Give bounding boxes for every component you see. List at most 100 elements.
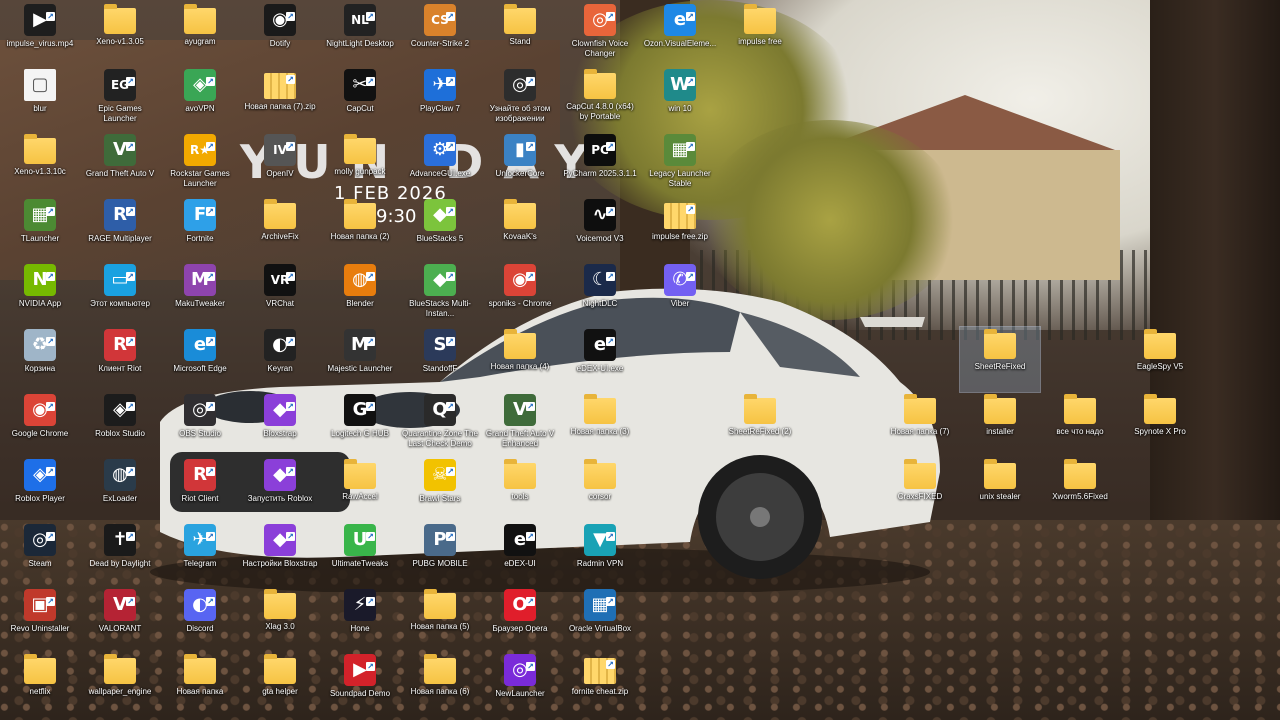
desktop-icon-grand-theft-auto-v[interactable]: V ↗ Grand Theft Auto V <box>80 132 160 197</box>
desktop[interactable]: YUN DAY 1 FEB 2026 9:30 ▶↗impulse_virus.… <box>0 0 1280 720</box>
desktop-icon-fortnite[interactable]: F ↗ Fortnite <box>160 197 240 262</box>
desktop-icon-microsoft-edge[interactable]: e ↗ Microsoft Edge <box>160 327 240 392</box>
desktop-icon-tlauncher[interactable]: ▦ ↗ TLauncher <box>0 197 80 262</box>
desktop-icon-xeno-v1-3-10c[interactable]: Xeno-v1.3.10c <box>0 132 80 197</box>
desktop-icon-keyran[interactable]: ◐ ↗ Keyran <box>240 327 320 392</box>
desktop-icon-новая-папка-5[interactable]: Новая папка (5) <box>400 587 480 652</box>
desktop-icon-standofff[interactable]: S ↗ StandoffF <box>400 327 480 392</box>
desktop-icon-openiv[interactable]: IV ↗ OpenIV <box>240 132 320 197</box>
desktop-icon-brawl-stars[interactable]: ☠ ↗ Brawl Stars <box>400 457 480 522</box>
desktop-icon-exloader[interactable]: ◍ ↗ ExLoader <box>80 457 160 522</box>
desktop-icon-gta-helper[interactable]: gta helper <box>240 652 320 717</box>
desktop-icon-quarantine-zone-the-last-check-demo[interactable]: Q ↗ Quarantine Zone The Last Check Demo <box>400 392 480 457</box>
desktop-icon-все-что-надо[interactable]: все что надо <box>1040 392 1120 457</box>
desktop-icon-этот-компьютер[interactable]: ▭ ↗ Этот компьютер <box>80 262 160 327</box>
desktop-icon-google-chrome[interactable]: ◉ ↗ Google Chrome <box>0 392 80 457</box>
desktop-icon-clownfish-voice-changer[interactable]: ◎ ↗ Clownfish Voice Changer <box>560 2 640 67</box>
desktop-icon-sponiks-chrome[interactable]: ◉ ↗ sponiks - Chrome <box>480 262 560 327</box>
desktop-icon-браузер-opera[interactable]: O ↗ Браузер Opera <box>480 587 560 652</box>
desktop-icon-spynote-x-pro[interactable]: Spynote X Pro <box>1120 392 1200 457</box>
desktop-icon-клиент-riot[interactable]: R ↗ Клиент Riot <box>80 327 160 392</box>
desktop-icon-voicemod-v3[interactable]: ∿ ↗ Voicemod V3 <box>560 197 640 262</box>
desktop-icon-avovpn[interactable]: ◈ ↗ avoVPN <box>160 67 240 132</box>
desktop-icon-obs-studio[interactable]: ◎ ↗ OBS Studio <box>160 392 240 457</box>
desktop-icon-soundpad-demo[interactable]: ▶ ↗ Soundpad Demo <box>320 652 400 717</box>
desktop-icon-eaglespy-v5[interactable]: EagleSpy V5 <box>1120 327 1200 392</box>
desktop-icon-makutweaker[interactable]: M ↗ MakuTweaker <box>160 262 240 327</box>
desktop-icon-ayugram[interactable]: ayugram <box>160 2 240 67</box>
desktop-icon-запустить-roblox[interactable]: ◆ ↗ Запустить Roblox <box>240 457 320 522</box>
desktop-icon-xworm5-6fixed[interactable]: Xworm5.6Fixed <box>1040 457 1120 522</box>
desktop-icon-xlag-3-0[interactable]: Xlag 3.0 <box>240 587 320 652</box>
desktop-icon-pubg-mobile[interactable]: P ↗ PUBG MOBILE <box>400 522 480 587</box>
desktop-icon-blender[interactable]: ◍ ↗ Blender <box>320 262 400 327</box>
desktop-icon-archivefix[interactable]: ArchiveFix <box>240 197 320 262</box>
desktop-icon-legacy-launcher-stable[interactable]: ▦ ↗ Legacy Launcher Stable <box>640 132 720 197</box>
desktop-icon-rage-multiplayer[interactable]: R ↗ RAGE Multiplayer <box>80 197 160 262</box>
desktop-icon-новая-папка[interactable]: Новая папка <box>160 652 240 717</box>
desktop-icon-ultimatetweaks[interactable]: U ↗ UltimateTweaks <box>320 522 400 587</box>
desktop-icon-impulse-free[interactable]: impulse free <box>720 2 800 67</box>
desktop-icon-pycharm-2025-3-1-1[interactable]: PC ↗ PyCharm 2025.3.1.1 <box>560 132 640 197</box>
desktop-icon-tools[interactable]: tools <box>480 457 560 522</box>
desktop-icon-xeno-v1-3-05[interactable]: Xeno-v1.3.05 <box>80 2 160 67</box>
desktop-icon-vrchat[interactable]: VR ↗ VRChat <box>240 262 320 327</box>
desktop-icon-bluestacks-5[interactable]: ◆ ↗ BlueStacks 5 <box>400 197 480 262</box>
desktop-icon-discord[interactable]: ◐ ↗ Discord <box>160 587 240 652</box>
desktop-icon-новая-папка-6[interactable]: Новая папка (6) <box>400 652 480 717</box>
desktop-icon-roblox-studio[interactable]: ◈ ↗ Roblox Studio <box>80 392 160 457</box>
desktop-icon-corsor[interactable]: corsor <box>560 457 640 522</box>
desktop-icon-rockstar-games-launcher[interactable]: R★ ↗ Rockstar Games Launcher <box>160 132 240 197</box>
desktop-icon-nvidia-app[interactable]: N ↗ NVIDIA App <box>0 262 80 327</box>
desktop-icon-узнайте-об-этом-изображении[interactable]: ◎ ↗ Узнайте об этом изображении <box>480 67 560 132</box>
desktop-icon-oracle-virtualbox[interactable]: ▦ ↗ Oracle VirtualBox <box>560 587 640 652</box>
desktop-icon-nightdlc[interactable]: ☾ ↗ NightDLC <box>560 262 640 327</box>
desktop-icon-fornite-cheat-zip[interactable]: ↗ fornite cheat.zip <box>560 652 640 717</box>
desktop-icon-edex-ui-exe[interactable]: e ↗ eDEX-UI.exe <box>560 327 640 392</box>
desktop-icon-playclaw-7[interactable]: ✈ ↗ PlayClaw 7 <box>400 67 480 132</box>
desktop-icon-новая-папка-2[interactable]: Новая папка (2) <box>320 197 400 262</box>
desktop-icon-impulse-virus-mp4[interactable]: ▶ ↗ impulse_virus.mp4 <box>0 2 80 67</box>
desktop-icon-capcut[interactable]: ✂ ↗ CapCut <box>320 67 400 132</box>
desktop-icon-majestic-launcher[interactable]: M ↗ Majestic Launcher <box>320 327 400 392</box>
desktop-icon-kovaak-s[interactable]: KovaaK's <box>480 197 560 262</box>
desktop-icon-bloxstrap[interactable]: ◆ ↗ Bloxstrap <box>240 392 320 457</box>
desktop-icon-advancegui-exe[interactable]: ⚙ ↗ AdvanceGUI.exe <box>400 132 480 197</box>
desktop-icon-craxsfixed[interactable]: CraxsFIXED <box>880 457 960 522</box>
desktop-icon-newlauncher[interactable]: ◎ ↗ NewLauncher <box>480 652 560 717</box>
desktop-icon-impulse-free-zip[interactable]: ↗ impulse free.zip <box>640 197 720 262</box>
desktop-icon-logitech-g-hub[interactable]: G ↗ Logitech G HUB <box>320 392 400 457</box>
desktop-icon-valorant[interactable]: V ↗ VALORANT <box>80 587 160 652</box>
desktop-icon-grand-theft-auto-v-enhanced[interactable]: V ↗ Grand Theft Auto V Enhanced <box>480 392 560 457</box>
desktop-icon-новая-папка-7-zip[interactable]: ↗ Новая папка (7).zip <box>240 67 320 132</box>
desktop-icon-counter-strike-2[interactable]: CS ↗ Counter-Strike 2 <box>400 2 480 67</box>
desktop-icon-ozon-visualeleme[interactable]: e ↗ Ozon.VisualEleme... <box>640 2 720 67</box>
desktop-icon-telegram[interactable]: ✈ ↗ Telegram <box>160 522 240 587</box>
desktop-icon-unix-stealer[interactable]: unix stealer <box>960 457 1040 522</box>
desktop-icon-настройки-bloxstrap[interactable]: ◆ ↗ Настройки Bloxstrap <box>240 522 320 587</box>
desktop-icon-viber[interactable]: ✆ ↗ Viber <box>640 262 720 327</box>
desktop-icon-новая-папка-7[interactable]: Новая папка (7) <box>880 392 960 457</box>
desktop-icon-roblox-player[interactable]: ◈ ↗ Roblox Player <box>0 457 80 522</box>
desktop-icon-revo-uninstaller[interactable]: ▣ ↗ Revo Uninstaller <box>0 587 80 652</box>
desktop-icon-win-10[interactable]: W ↗ win 10 <box>640 67 720 132</box>
desktop-icon-epic-games-launcher[interactable]: EG ↗ Epic Games Launcher <box>80 67 160 132</box>
desktop-icon-rawaccel[interactable]: RawAccel <box>320 457 400 522</box>
desktop-icon-riot-client[interactable]: R ↗ Riot Client <box>160 457 240 522</box>
desktop-icon-bluestacks-multi-instan[interactable]: ◆ ↗ BlueStacks Multi-Instan... <box>400 262 480 327</box>
desktop-icon-dead-by-daylight[interactable]: ✝ ↗ Dead by Daylight <box>80 522 160 587</box>
desktop-icon-dotify[interactable]: ◉ ↗ Dotify <box>240 2 320 67</box>
desktop-icon-installer[interactable]: installer <box>960 392 1040 457</box>
desktop-icon-sheetrefixed-2[interactable]: SheetReFixed (2) <box>720 392 800 457</box>
desktop-icon-blur[interactable]: ▢ blur <box>0 67 80 132</box>
desktop-icon-radmin-vpn[interactable]: ▼ ↗ Radmin VPN <box>560 522 640 587</box>
desktop-icon-unlockercore[interactable]: ▮ ↗ UnlockerCore <box>480 132 560 197</box>
desktop-icon-wallpaper-engine[interactable]: wallpaper_engine <box>80 652 160 717</box>
desktop-icon-nightlight-desktop[interactable]: NL ↗ NightLight Desktop <box>320 2 400 67</box>
desktop-icon-netflix[interactable]: netflix <box>0 652 80 717</box>
desktop-icon-steam[interactable]: ◎ ↗ Steam <box>0 522 80 587</box>
desktop-icon-edex-ui[interactable]: e ↗ eDEX-UI <box>480 522 560 587</box>
desktop-icon-новая-папка-4[interactable]: Новая папка (4) <box>480 327 560 392</box>
desktop-icon-sheetrefixed[interactable]: SheetReFixed <box>959 326 1041 393</box>
desktop-icon-hone[interactable]: ⚡ ↗ Hone <box>320 587 400 652</box>
